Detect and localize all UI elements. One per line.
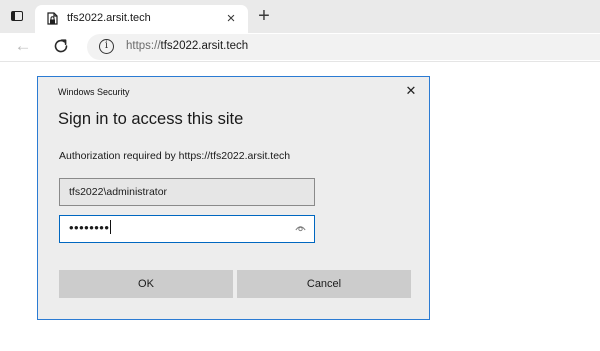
browser-tab[interactable]: tfs2022.arsit.tech × [35,5,248,33]
authorization-message: Authorization required by https://tfs202… [59,150,291,162]
dialog-heading: Sign in to access this site [58,110,244,128]
url-protocol: https:// [126,40,161,52]
browser-toolbar: ← i https://tfs2022.arsit.tech [0,33,600,62]
tab-actions-icon [11,11,23,21]
password-value: •••••••• [69,220,112,235]
password-field[interactable]: •••••••• [59,215,315,243]
back-arrow-icon[interactable]: ← [13,36,33,56]
reload-icon[interactable] [51,36,71,56]
dialog-window-title: Windows Security [58,87,130,97]
username-field[interactable]: tfs2022\administrator [59,178,315,206]
text-caret [110,220,112,234]
tab-strip: tfs2022.arsit.tech × + [0,0,600,33]
site-info-icon[interactable]: i [99,39,114,54]
address-url: https://tfs2022.arsit.tech [126,40,248,52]
password-mask: •••••••• [69,220,110,235]
new-tab-button[interactable]: + [252,6,276,28]
url-host: tfs2022.arsit.tech [160,40,249,52]
close-tab-icon[interactable]: × [221,9,241,29]
windows-security-dialog: Windows Security ✕ Sign in to access thi… [37,76,430,320]
ok-button[interactable]: OK [59,270,233,298]
username-value: tfs2022\administrator [69,186,168,198]
address-bar[interactable]: i https://tfs2022.arsit.tech [87,34,600,60]
dialog-close-icon[interactable]: ✕ [402,82,420,100]
reveal-password-icon[interactable] [295,224,306,232]
cancel-button[interactable]: Cancel [237,270,411,298]
page-lock-icon [47,12,58,25]
tab-actions-button[interactable] [5,5,29,27]
tab-title: tfs2022.arsit.tech [67,12,151,24]
